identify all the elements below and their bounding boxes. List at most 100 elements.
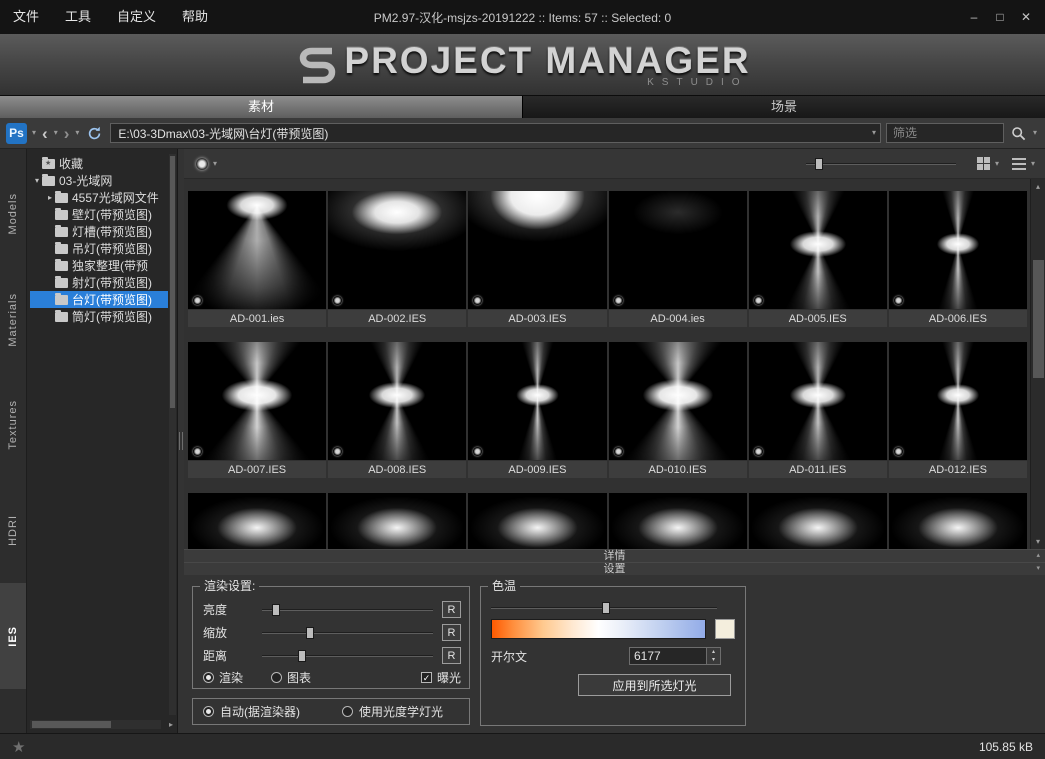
category-tab-materials[interactable]: Materials <box>0 267 26 373</box>
filter-input[interactable] <box>886 123 1004 143</box>
back-button[interactable]: ‹ <box>41 125 49 142</box>
thumbnail-item[interactable]: AD-002.IES <box>328 191 466 327</box>
tree-item-4[interactable]: 灯槽(带预览图) <box>30 223 168 240</box>
minimize-button[interactable]: – <box>961 7 987 27</box>
forward-button[interactable]: › <box>63 125 71 142</box>
tree-item-3[interactable]: 壁灯(带预览图) <box>30 206 168 223</box>
details-expand-icon[interactable]: ▴ <box>1036 550 1040 562</box>
tree-item-5[interactable]: 吊灯(带预览图) <box>30 240 168 257</box>
exposure-checkbox[interactable]: ✓ <box>421 672 432 683</box>
thumbnail-size-slider[interactable] <box>806 157 956 171</box>
tree-horizontal-scrollbar[interactable] <box>30 720 161 729</box>
thumbnail-item-partial-1[interactable] <box>328 493 466 549</box>
setting-slider-0[interactable] <box>262 603 433 617</box>
photoshop-button[interactable]: Ps <box>6 123 27 144</box>
category-tab-ies[interactable]: IES <box>0 583 26 689</box>
menu-item-1[interactable]: 工具 <box>52 0 104 34</box>
thumbnail-item[interactable]: AD-012.IES <box>889 342 1027 478</box>
scroll-up-arrow[interactable]: ▴ <box>1036 181 1040 192</box>
grid-view-icon[interactable] <box>977 157 990 170</box>
photoshop-dropdown-caret[interactable]: ▾ <box>32 129 36 137</box>
temperature-slider[interactable] <box>491 601 717 615</box>
thumbnail-item[interactable]: AD-009.IES <box>468 342 606 478</box>
main-tab-1[interactable]: 场景 <box>522 96 1045 118</box>
thumbnail-item[interactable]: AD-010.IES <box>609 342 747 478</box>
settings-expand-icon[interactable]: ▾ <box>1036 563 1040 575</box>
chart-radio[interactable] <box>271 672 282 683</box>
slider-handle[interactable] <box>298 650 306 662</box>
menu-item-0[interactable]: 文件 <box>0 0 52 34</box>
close-button[interactable]: ✕ <box>1013 7 1039 27</box>
temperature-gradient-bar[interactable] <box>491 619 706 639</box>
tree-item-6[interactable]: 独家整理(带预 <box>30 257 168 274</box>
menu-item-2[interactable]: 自定义 <box>104 0 169 34</box>
maximize-button[interactable]: □ <box>987 7 1013 27</box>
brightness-icon[interactable] <box>196 158 208 170</box>
thumbnail-item[interactable]: AD-001.ies <box>188 191 326 327</box>
favorite-star-icon[interactable]: ★ <box>12 738 25 756</box>
refresh-button[interactable] <box>87 126 102 141</box>
tree-item-8[interactable]: 台灯(带预览图) <box>30 291 168 308</box>
slider-handle[interactable] <box>306 627 314 639</box>
tree-item-2[interactable]: ▸4557光域网文件 <box>30 189 168 206</box>
thumbnail-item-partial-2[interactable] <box>468 493 606 549</box>
tree-vscroll-thumb[interactable] <box>170 156 175 408</box>
kelvin-spin-up-icon[interactable]: ▴ <box>707 648 720 656</box>
grid-view-caret[interactable]: ▾ <box>995 160 999 168</box>
thumbnail-item-partial-4[interactable] <box>749 493 887 549</box>
tree-hscroll-right-arrow[interactable]: ▸ <box>169 720 173 730</box>
thumbnail-item[interactable]: AD-008.IES <box>328 342 466 478</box>
tree-item-0[interactable]: 收藏 <box>30 155 168 172</box>
reset-button-0[interactable]: R <box>442 601 461 618</box>
panel-splitter[interactable] <box>178 149 184 733</box>
reset-button-2[interactable]: R <box>442 647 461 664</box>
category-tab-models[interactable]: Models <box>0 161 26 267</box>
thumbnail-item-partial-5[interactable] <box>889 493 1027 549</box>
back-history-caret[interactable]: ▾ <box>54 129 58 137</box>
reset-button-1[interactable]: R <box>442 624 461 641</box>
thumbnail-item[interactable]: AD-005.IES <box>749 191 887 327</box>
thumbnail-item[interactable]: AD-011.IES <box>749 342 887 478</box>
search-dropdown-caret[interactable]: ▾ <box>1033 129 1037 137</box>
apply-to-selected-lights-button[interactable]: 应用到所选灯光 <box>578 674 731 696</box>
thumbnail-item[interactable]: AD-003.IES <box>468 191 606 327</box>
kelvin-input[interactable] <box>629 647 707 665</box>
list-view-caret[interactable]: ▾ <box>1031 160 1035 168</box>
list-view-icon[interactable] <box>1012 158 1026 170</box>
slider-handle[interactable] <box>272 604 280 616</box>
category-tab-textures[interactable]: Textures <box>0 372 26 478</box>
grid-vscroll-thumb[interactable] <box>1033 260 1044 378</box>
category-tab-hdri[interactable]: HDRI <box>0 478 26 584</box>
path-dropdown-caret[interactable]: ▾ <box>872 129 876 137</box>
tree-hscroll-thumb[interactable] <box>32 721 111 728</box>
tree-expander-icon[interactable]: ▾ <box>32 176 42 185</box>
tree-vertical-scrollbar[interactable] <box>169 154 176 715</box>
auto-renderer-radio[interactable] <box>203 706 214 717</box>
settings-panel-bar[interactable]: 设置 ▾ <box>184 562 1045 575</box>
setting-slider-2[interactable] <box>262 649 433 663</box>
menu-item-3[interactable]: 帮助 <box>169 0 221 34</box>
setting-slider-1[interactable] <box>262 626 433 640</box>
photometric-radio[interactable] <box>342 706 353 717</box>
size-slider-handle[interactable] <box>815 158 823 170</box>
tree-item-9[interactable]: 筒灯(带预览图) <box>30 308 168 325</box>
tree-item-1[interactable]: ▾03-光域网 <box>30 172 168 189</box>
search-button[interactable] <box>1009 126 1028 141</box>
main-tab-0[interactable]: 素材 <box>0 96 522 118</box>
path-combobox[interactable]: E:\03-3Dmax\03-光域网\台灯(带预览图) ▾ <box>110 123 881 143</box>
tree-expander-icon[interactable]: ▸ <box>45 193 55 202</box>
thumbnail-item[interactable]: AD-006.IES <box>889 191 1027 327</box>
details-panel-bar[interactable]: 详情 ▴ <box>184 549 1045 562</box>
kelvin-spin-down-icon[interactable]: ▾ <box>707 656 720 664</box>
scroll-down-arrow[interactable]: ▾ <box>1036 536 1040 547</box>
thumbnail-item-partial-0[interactable] <box>188 493 326 549</box>
thumbnail-item-partial-3[interactable] <box>609 493 747 549</box>
thumbnail-item[interactable]: AD-007.IES <box>188 342 326 478</box>
grid-vertical-scrollbar[interactable]: ▴ ▾ <box>1030 179 1045 549</box>
temperature-slider-handle[interactable] <box>602 602 610 614</box>
brightness-dropdown-caret[interactable]: ▾ <box>213 160 217 168</box>
tree-item-7[interactable]: 射灯(带预览图) <box>30 274 168 291</box>
thumbnail-item[interactable]: AD-004.ies <box>609 191 747 327</box>
render-radio[interactable] <box>203 672 214 683</box>
forward-history-caret[interactable]: ▾ <box>75 129 79 137</box>
